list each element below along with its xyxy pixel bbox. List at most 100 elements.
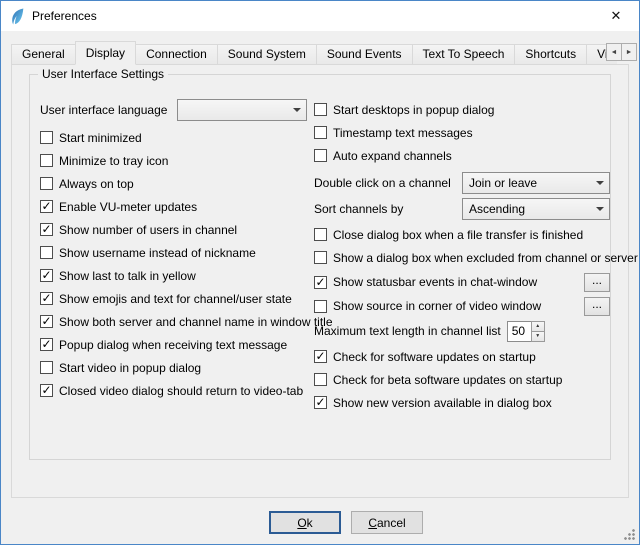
start-minimized-checkbox[interactable] (40, 131, 53, 144)
row-closed-video-return[interactable]: ✓ Closed video dialog should return to v… (40, 382, 308, 399)
row-minimize-to-tray[interactable]: Minimize to tray icon (40, 152, 308, 169)
auto-expand-checkbox[interactable] (314, 149, 327, 162)
row-check-updates[interactable]: ✓ Check for software updates on startup (314, 348, 610, 365)
spin-down-icon[interactable]: ▼ (531, 332, 545, 342)
checkbox-label: Show a dialog box when excluded from cha… (333, 251, 638, 265)
left-column: User interface language Start minimized … (40, 99, 308, 405)
cancel-button[interactable]: Cancel (351, 511, 423, 534)
video-source-corner-checkbox[interactable] (314, 300, 327, 313)
app-icon (9, 8, 26, 25)
timestamp-messages-checkbox[interactable] (314, 126, 327, 139)
close-button[interactable]: ✕ (593, 1, 639, 31)
row-show-username[interactable]: Show username instead of nickname (40, 244, 308, 261)
preferences-dialog: Preferences ✕ General Display Connection… (0, 0, 640, 545)
row-show-user-count[interactable]: ✓ Show number of users in channel (40, 221, 308, 238)
tab-scroller: ◄ ► (607, 43, 637, 61)
chevron-down-icon (596, 207, 604, 211)
sort-channels-value: Ascending (469, 202, 525, 216)
checkbox-label: Check for beta software updates on start… (333, 373, 562, 387)
tab-display[interactable]: Display (75, 41, 136, 65)
ui-settings-groupbox: User Interface Settings User interface l… (29, 74, 611, 460)
checkbox-label: Auto expand channels (333, 149, 452, 163)
sort-channels-label: Sort channels by (314, 202, 403, 216)
close-on-transfer-checkbox[interactable] (314, 228, 327, 241)
tab-sound-system[interactable]: Sound System (217, 44, 317, 65)
row-vu-meter[interactable]: ✓ Enable VU-meter updates (40, 198, 308, 215)
chevron-down-icon (596, 181, 604, 185)
last-to-talk-checkbox[interactable]: ✓ (40, 269, 53, 282)
popup-text-message-checkbox[interactable]: ✓ (40, 338, 53, 351)
row-show-emojis[interactable]: ✓ Show emojis and text for channel/user … (40, 290, 308, 307)
checkbox-label: Check for software updates on startup (333, 350, 536, 364)
display-tab-panel: User Interface Settings User interface l… (11, 64, 629, 498)
checkbox-label: Closed video dialog should return to vid… (59, 384, 303, 398)
checkbox-label: Start desktops in popup dialog (333, 103, 494, 117)
check-beta-updates-checkbox[interactable] (314, 373, 327, 386)
double-click-label: Double click on a channel (314, 176, 451, 190)
double-click-select[interactable]: Join or leave (462, 172, 610, 194)
row-close-on-transfer[interactable]: Close dialog box when a file transfer is… (314, 226, 610, 243)
checkbox-label: Popup dialog when receiving text message (59, 338, 287, 352)
minimize-to-tray-checkbox[interactable] (40, 154, 53, 167)
new-version-dialog-checkbox[interactable]: ✓ (314, 396, 327, 409)
row-always-on-top[interactable]: Always on top (40, 175, 308, 192)
always-on-top-checkbox[interactable] (40, 177, 53, 190)
groupbox-title: User Interface Settings (38, 67, 168, 81)
ok-label-rest: k (307, 516, 313, 530)
check-updates-checkbox[interactable]: ✓ (314, 350, 327, 363)
excluded-dialog-checkbox[interactable] (314, 251, 327, 264)
max-text-length-spinner: 50 ▲ ▼ (507, 321, 545, 342)
vu-meter-checkbox[interactable]: ✓ (40, 200, 53, 213)
tab-bar: General Display Connection Sound System … (11, 41, 617, 65)
show-emojis-checkbox[interactable]: ✓ (40, 292, 53, 305)
statusbar-events-checkbox[interactable]: ✓ (314, 276, 327, 289)
video-source-config-button[interactable]: ... (584, 297, 610, 316)
show-user-count-checkbox[interactable]: ✓ (40, 223, 53, 236)
row-popup-text-message[interactable]: ✓ Popup dialog when receiving text messa… (40, 336, 308, 353)
titlebar[interactable]: Preferences ✕ (1, 1, 639, 31)
cancel-accelerator: C (368, 516, 377, 530)
row-excluded-dialog[interactable]: Show a dialog box when excluded from cha… (314, 249, 610, 266)
row-desktops-popup[interactable]: Start desktops in popup dialog (314, 101, 610, 118)
max-text-length-input[interactable]: 50 (507, 321, 531, 342)
row-check-beta-updates[interactable]: Check for beta software updates on start… (314, 371, 610, 388)
tab-general[interactable]: General (11, 44, 76, 65)
spin-buttons: ▲ ▼ (531, 321, 545, 342)
spin-up-icon[interactable]: ▲ (531, 321, 545, 332)
show-username-checkbox[interactable] (40, 246, 53, 259)
row-last-to-talk[interactable]: ✓ Show last to talk in yellow (40, 267, 308, 284)
checkbox-label: Timestamp text messages (333, 126, 473, 140)
row-video-source-corner[interactable]: Show source in corner of video window ..… (314, 296, 610, 316)
row-language: User interface language (40, 99, 308, 121)
row-auto-expand[interactable]: Auto expand channels (314, 147, 610, 164)
checkbox-label: Show statusbar events in chat-window (333, 275, 537, 289)
row-statusbar-events[interactable]: ✓ Show statusbar events in chat-window .… (314, 272, 610, 292)
video-popup-checkbox[interactable] (40, 361, 53, 374)
desktops-popup-checkbox[interactable] (314, 103, 327, 116)
row-server-channel-title[interactable]: ✓ Show both server and channel name in w… (40, 313, 308, 330)
tab-connection[interactable]: Connection (135, 44, 218, 65)
right-column: Start desktops in popup dialog Timestamp… (314, 101, 610, 417)
checkbox-label: Start minimized (59, 131, 142, 145)
server-channel-title-checkbox[interactable]: ✓ (40, 315, 53, 328)
row-video-popup[interactable]: Start video in popup dialog (40, 359, 308, 376)
row-start-minimized[interactable]: Start minimized (40, 129, 308, 146)
ok-accelerator: O (297, 516, 306, 530)
checkbox-label: Show number of users in channel (59, 223, 237, 237)
tab-scroll-right-icon[interactable]: ► (621, 43, 637, 61)
row-timestamp-messages[interactable]: Timestamp text messages (314, 124, 610, 141)
resize-grip[interactable] (623, 528, 636, 541)
double-click-value: Join or leave (469, 176, 537, 190)
row-max-text-length: Maximum text length in channel list 50 ▲… (314, 320, 610, 342)
closed-video-return-checkbox[interactable]: ✓ (40, 384, 53, 397)
tab-sound-events[interactable]: Sound Events (316, 44, 413, 65)
tab-shortcuts[interactable]: Shortcuts (514, 44, 587, 65)
tab-scroll-left-icon[interactable]: ◄ (606, 43, 622, 61)
ok-button[interactable]: Ok (269, 511, 341, 534)
row-new-version-dialog[interactable]: ✓ Show new version available in dialog b… (314, 394, 610, 411)
sort-channels-select[interactable]: Ascending (462, 198, 610, 220)
language-select[interactable] (177, 99, 307, 121)
tab-text-to-speech[interactable]: Text To Speech (412, 44, 516, 65)
statusbar-events-config-button[interactable]: ... (584, 273, 610, 292)
checkbox-label: Show emojis and text for channel/user st… (59, 292, 292, 306)
